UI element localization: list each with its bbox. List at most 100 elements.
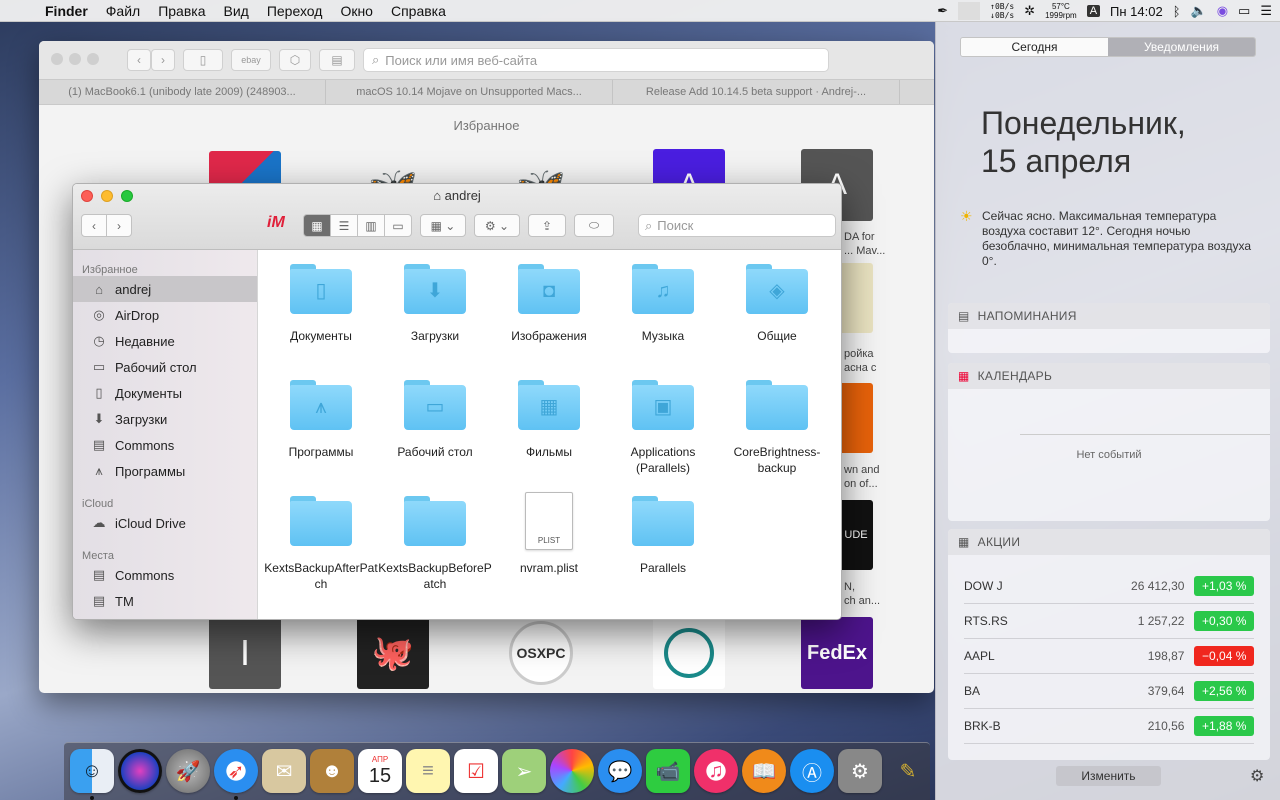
- fan-icon[interactable]: ✲: [1024, 3, 1035, 19]
- launchpad-icon[interactable]: 🚀: [166, 749, 210, 793]
- view-list-button[interactable]: ☰: [330, 214, 358, 237]
- favorite-tile-ig[interactable]: [653, 617, 725, 689]
- finder-icon[interactable]: ☺: [70, 749, 114, 793]
- view-icons-button[interactable]: ▦: [303, 214, 331, 237]
- photos-icon[interactable]: [550, 749, 594, 793]
- folder-parallels[interactable]: Parallels: [606, 482, 720, 576]
- siri-icon[interactable]: [118, 749, 162, 793]
- sidebar-item-desktop[interactable]: ▭ Рабочий стол: [73, 354, 257, 380]
- tab-today[interactable]: Сегодня: [961, 38, 1108, 56]
- network-stats[interactable]: ↑0B/s ↓0B/s: [990, 2, 1014, 20]
- stock-change-badge[interactable]: +0,30 %: [1194, 611, 1254, 631]
- sidebar-item-downloads[interactable]: ⬇ Загрузки: [73, 406, 257, 432]
- clock[interactable]: Пн 14:02: [1110, 4, 1163, 19]
- sidebar-toggle-icon[interactable]: ▯: [183, 49, 223, 71]
- shield-icon[interactable]: ⬡: [279, 49, 311, 71]
- back-button[interactable]: ‹: [81, 214, 107, 237]
- view-columns-button[interactable]: ▥: [357, 214, 385, 237]
- sidebar-item-tm[interactable]: ▤ TM: [73, 588, 257, 614]
- menu-view[interactable]: Вид: [215, 3, 258, 19]
- editor-icon[interactable]: ✎: [886, 749, 930, 793]
- maps-icon[interactable]: ➢: [502, 749, 546, 793]
- folder-movies[interactable]: ▦ Фильмы: [492, 366, 606, 460]
- folder-corebrightness-backup[interactable]: CoreBrightness-backup: [720, 366, 834, 476]
- notes-icon[interactable]: ≡: [406, 749, 450, 793]
- appstore-icon[interactable]: Ⓐ: [790, 749, 834, 793]
- reader-icon[interactable]: ▤: [319, 49, 355, 71]
- stock-row[interactable]: BA 379,64 +2,56 %: [964, 674, 1254, 709]
- view-gallery-button[interactable]: ▭: [384, 214, 412, 237]
- folder-applications[interactable]: ⩚ Программы: [264, 366, 378, 460]
- forward-icon[interactable]: ›: [151, 49, 175, 71]
- bluetooth-icon[interactable]: ᛒ: [1173, 4, 1181, 19]
- feather-icon[interactable]: ✒: [937, 3, 948, 19]
- safari-icon[interactable]: ➶: [214, 749, 258, 793]
- edit-button[interactable]: Изменить: [1056, 766, 1161, 786]
- mail-icon[interactable]: ✉: [262, 749, 306, 793]
- tab-macbook[interactable]: (1) MacBook6.1 (unibody late 2009) (2489…: [39, 80, 326, 104]
- menu-file[interactable]: Файл: [97, 3, 149, 19]
- stock-row[interactable]: AAPL 198,87 −0,04 %: [964, 639, 1254, 674]
- folder-music[interactable]: ♫ Музыка: [606, 250, 720, 344]
- notification-center-icon[interactable]: ☰: [1260, 3, 1272, 19]
- status-blank-icon[interactable]: [958, 2, 981, 20]
- menu-edit[interactable]: Правка: [149, 3, 214, 19]
- stock-change-badge[interactable]: +1,03 %: [1194, 576, 1254, 596]
- volume-icon[interactable]: 🔈: [1191, 3, 1207, 19]
- favorite-tile-map[interactable]: [839, 263, 873, 333]
- messages-icon[interactable]: 💬: [598, 749, 642, 793]
- folder-public[interactable]: ◈ Общие: [720, 250, 834, 344]
- favorite-tile-orange[interactable]: [839, 383, 873, 453]
- stock-change-badge[interactable]: −0,04 %: [1194, 646, 1254, 666]
- tab-mojave[interactable]: macOS 10.14 Mojave on Unsupported Macs..…: [326, 80, 613, 104]
- forward-button[interactable]: ›: [106, 214, 132, 237]
- menu-window[interactable]: Окно: [331, 3, 382, 19]
- stock-change-badge[interactable]: +1,88 %: [1194, 716, 1254, 736]
- group-by-button[interactable]: ▦ ⌄: [420, 214, 466, 237]
- back-icon[interactable]: ‹: [127, 49, 151, 71]
- menu-app-name[interactable]: Finder: [36, 3, 97, 19]
- favorite-tile-gray[interactable]: I: [209, 617, 281, 689]
- ebay-extension-icon[interactable]: ebay: [231, 49, 271, 71]
- sidebar-item-documents[interactable]: ▯ Документы: [73, 380, 257, 406]
- folder-pictures[interactable]: ◘ Изображения: [492, 250, 606, 344]
- sidebar-item-applications[interactable]: ⩚ Программы: [73, 458, 257, 484]
- sidebar-item-andrej[interactable]: ⌂ andrej: [73, 276, 257, 302]
- address-bar[interactable]: ⌕ Поиск или имя веб-сайта: [363, 48, 829, 72]
- favorite-tile-black[interactable]: UDE: [839, 500, 873, 570]
- stock-row[interactable]: DOW J 26 412,30 +1,03 %: [964, 569, 1254, 604]
- battery-icon[interactable]: ▭: [1238, 3, 1250, 19]
- sidebar-item-commons-disk[interactable]: ▤ Commons: [73, 562, 257, 588]
- siri-menu-icon[interactable]: ◉: [1217, 3, 1228, 19]
- temp-stats[interactable]: 57°C 1999rpm: [1045, 2, 1077, 20]
- gear-icon[interactable]: ⚙: [1250, 766, 1264, 786]
- folder-kexts-after[interactable]: KextsBackupAfterPatch: [264, 482, 378, 592]
- contacts-icon[interactable]: ☻: [310, 749, 354, 793]
- folder-kexts-before[interactable]: KextsBackupBeforePatch: [378, 482, 492, 592]
- sidebar-item-airdrop[interactable]: ◎ AirDrop: [73, 302, 257, 328]
- sidebar-item-commons[interactable]: ▤ Commons: [73, 432, 257, 458]
- folder-documents[interactable]: ▯ Документы: [264, 250, 378, 344]
- tab-notifications[interactable]: Уведомления: [1108, 38, 1255, 56]
- tag-button[interactable]: ⬭: [574, 214, 614, 237]
- reminders-icon[interactable]: ☑: [454, 749, 498, 793]
- im-logo-icon[interactable]: iM: [267, 214, 285, 232]
- finder-search-field[interactable]: ⌕ Поиск: [638, 214, 836, 237]
- favorite-tile-fedex[interactable]: FedEx: [801, 617, 873, 689]
- stock-change-badge[interactable]: +2,56 %: [1194, 681, 1254, 701]
- favorite-tile-github[interactable]: 🐙: [357, 617, 429, 689]
- books-icon[interactable]: 📖: [742, 749, 786, 793]
- sidebar-item-recents[interactable]: ◷ Недавние: [73, 328, 257, 354]
- music-icon[interactable]: ♫: [694, 749, 738, 793]
- action-gear-button[interactable]: ⚙ ⌄: [474, 214, 520, 237]
- favorite-tile-osxpc[interactable]: OSXPC: [505, 617, 577, 689]
- share-button[interactable]: ⇪: [528, 214, 566, 237]
- facetime-icon[interactable]: 📹: [646, 749, 690, 793]
- sidebar-item-icloud-drive[interactable]: ☁ iCloud Drive: [73, 510, 257, 536]
- folder-desktop[interactable]: ▭ Рабочий стол: [378, 366, 492, 460]
- stock-row[interactable]: RTS.RS 1 257,22 +0,30 %: [964, 604, 1254, 639]
- folder-applications-parallels[interactable]: ▣ Applications (Parallels): [606, 366, 720, 476]
- file-nvram-plist[interactable]: PLIST nvram.plist: [492, 482, 606, 576]
- menu-go[interactable]: Переход: [258, 3, 332, 19]
- input-source[interactable]: A: [1086, 5, 1101, 17]
